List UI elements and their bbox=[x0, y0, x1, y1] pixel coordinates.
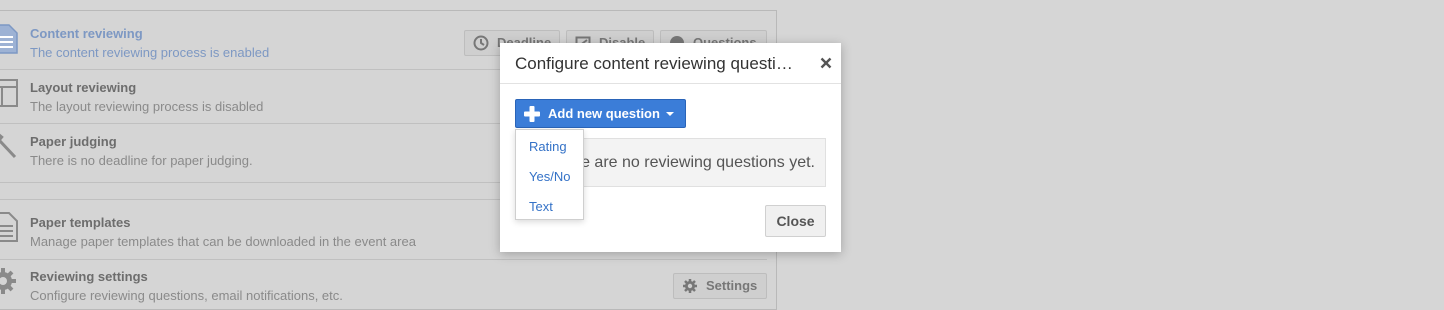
close-button[interactable]: Close bbox=[765, 205, 826, 237]
row-description: The content reviewing process is enabled bbox=[30, 45, 270, 60]
row-title[interactable]: Reviewing settings bbox=[30, 269, 148, 284]
gear-icon bbox=[683, 279, 697, 293]
layout-icon bbox=[0, 79, 18, 107]
template-icon bbox=[0, 212, 18, 242]
close-icon[interactable] bbox=[819, 56, 833, 70]
row-description: Configure reviewing questions, email not… bbox=[30, 288, 343, 303]
add-new-question-label: Add new question bbox=[548, 106, 660, 121]
settings-button[interactable]: Settings bbox=[673, 273, 767, 299]
row-title[interactable]: Layout reviewing bbox=[30, 80, 136, 95]
button-label: Settings bbox=[706, 278, 758, 293]
gavel-icon bbox=[0, 130, 17, 159]
row-description: There is no deadline for paper judging. bbox=[30, 153, 253, 168]
row-description: The layout reviewing process is disabled bbox=[30, 99, 264, 114]
gear-icon bbox=[0, 268, 16, 294]
empty-message-text: There are no reviewing questions yet. bbox=[548, 154, 815, 171]
dialog-header-divider bbox=[500, 83, 841, 84]
menu-item-yes-no[interactable]: Yes/No bbox=[529, 169, 570, 184]
document-icon bbox=[0, 24, 18, 54]
menu-item-rating[interactable]: Rating bbox=[529, 139, 567, 154]
dialog-title: Configure content reviewing questions bbox=[515, 54, 800, 73]
chevron-down-icon bbox=[666, 112, 674, 116]
divider bbox=[0, 259, 767, 260]
row-title[interactable]: Content reviewing bbox=[30, 26, 143, 41]
clock-icon bbox=[473, 35, 489, 51]
add-new-question-button[interactable]: Add new question bbox=[515, 99, 686, 128]
row-title[interactable]: Paper judging bbox=[30, 134, 117, 149]
row-description: Manage paper templates that can be downl… bbox=[30, 234, 416, 249]
question-type-menu: Rating Yes/No Text bbox=[515, 129, 584, 220]
row-title[interactable]: Paper templates bbox=[30, 215, 130, 230]
plus-icon bbox=[524, 106, 540, 122]
menu-item-text[interactable]: Text bbox=[529, 199, 553, 214]
